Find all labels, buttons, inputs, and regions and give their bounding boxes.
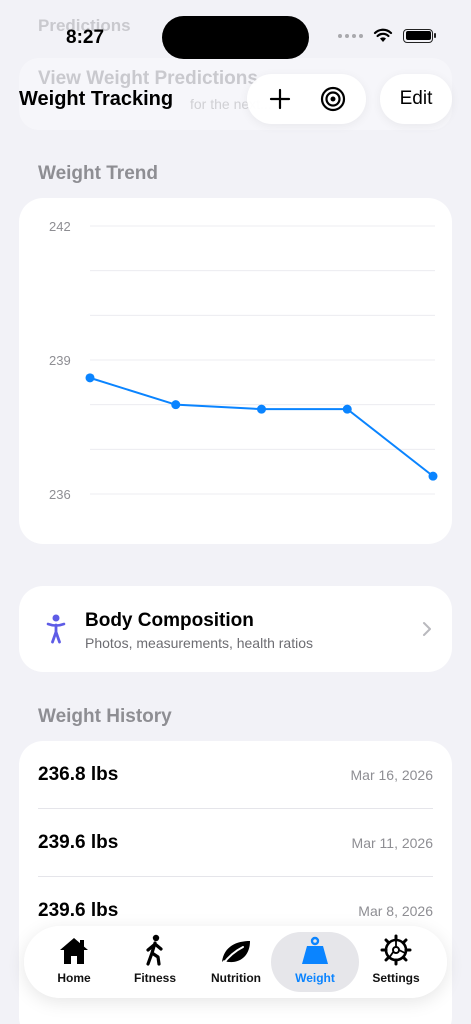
tab-weight-label: Weight — [295, 971, 335, 985]
body-composition-card[interactable]: Body Composition Photos, measurements, h… — [19, 586, 452, 672]
data-point — [85, 373, 95, 383]
tab-nutrition-label: Nutrition — [211, 971, 261, 985]
history-row[interactable]: 236.8 lbs Mar 16, 2026 — [38, 741, 433, 809]
history-date: Mar 11, 2026 — [351, 834, 433, 851]
cellular-signal-icon — [338, 33, 363, 38]
tab-home-label: Home — [57, 971, 91, 985]
walking-figure-icon — [146, 934, 163, 966]
weight-trend-header: Weight Trend — [38, 163, 158, 184]
data-point — [428, 471, 438, 481]
y-tick-label: 236 — [49, 487, 71, 502]
tab-bar: Home Fitness Nutrition Weight Settings — [24, 926, 447, 998]
page-title: Weight Tracking — [19, 88, 174, 110]
series-line — [89, 376, 434, 477]
battery-icon — [403, 28, 436, 43]
tab-settings[interactable]: Settings — [352, 932, 440, 992]
person-figure-icon — [46, 614, 66, 644]
status-icons — [338, 28, 436, 43]
status-time: 8:27 — [66, 27, 105, 48]
dynamic-island — [162, 16, 309, 59]
tab-weight[interactable]: Weight — [271, 932, 359, 992]
y-tick-label: 242 — [49, 219, 71, 234]
edit-button[interactable]: Edit — [380, 74, 452, 124]
data-point — [171, 400, 181, 410]
ghost-prediction-title: View Weight Predictions — [38, 68, 258, 89]
leaf-icon — [222, 941, 250, 965]
history-weight: 236.8 lbs — [38, 763, 119, 785]
data-point — [342, 404, 352, 414]
tab-fitness-label: Fitness — [133, 971, 176, 985]
chevron-right-icon — [423, 622, 431, 636]
wifi-icon — [373, 28, 393, 42]
history-weight: 239.6 lbs — [38, 900, 119, 921]
goal-button[interactable] — [313, 79, 353, 119]
house-icon — [60, 938, 88, 964]
gear-icon — [380, 934, 412, 966]
header-actions — [247, 74, 366, 124]
y-tick-label: 239 — [49, 353, 71, 368]
body-composition-title: Body Composition — [85, 610, 254, 631]
weight-trend-chart: 242 239 236 — [19, 198, 452, 544]
chart-svg: 242 239 236 — [49, 219, 438, 502]
history-weight: 239.6 lbs — [38, 831, 119, 853]
target-icon — [321, 86, 346, 112]
tab-nutrition[interactable]: Nutrition — [192, 932, 280, 992]
history-date: Mar 8, 2026 — [358, 903, 433, 919]
scale-weight-icon — [302, 936, 328, 964]
tab-fitness[interactable]: Fitness — [111, 932, 199, 992]
data-point — [257, 404, 266, 414]
add-entry-button[interactable] — [260, 79, 300, 119]
history-row[interactable]: 239.6 lbs Mar 11, 2026 — [38, 809, 433, 877]
body-composition-subtitle: Photos, measurements, health ratios — [85, 635, 314, 651]
tab-home[interactable]: Home — [30, 932, 118, 992]
history-date: Mar 16, 2026 — [350, 766, 434, 783]
plus-icon — [269, 88, 290, 110]
tab-settings-label: Settings — [372, 971, 420, 985]
weight-history-header: Weight History — [38, 706, 172, 727]
